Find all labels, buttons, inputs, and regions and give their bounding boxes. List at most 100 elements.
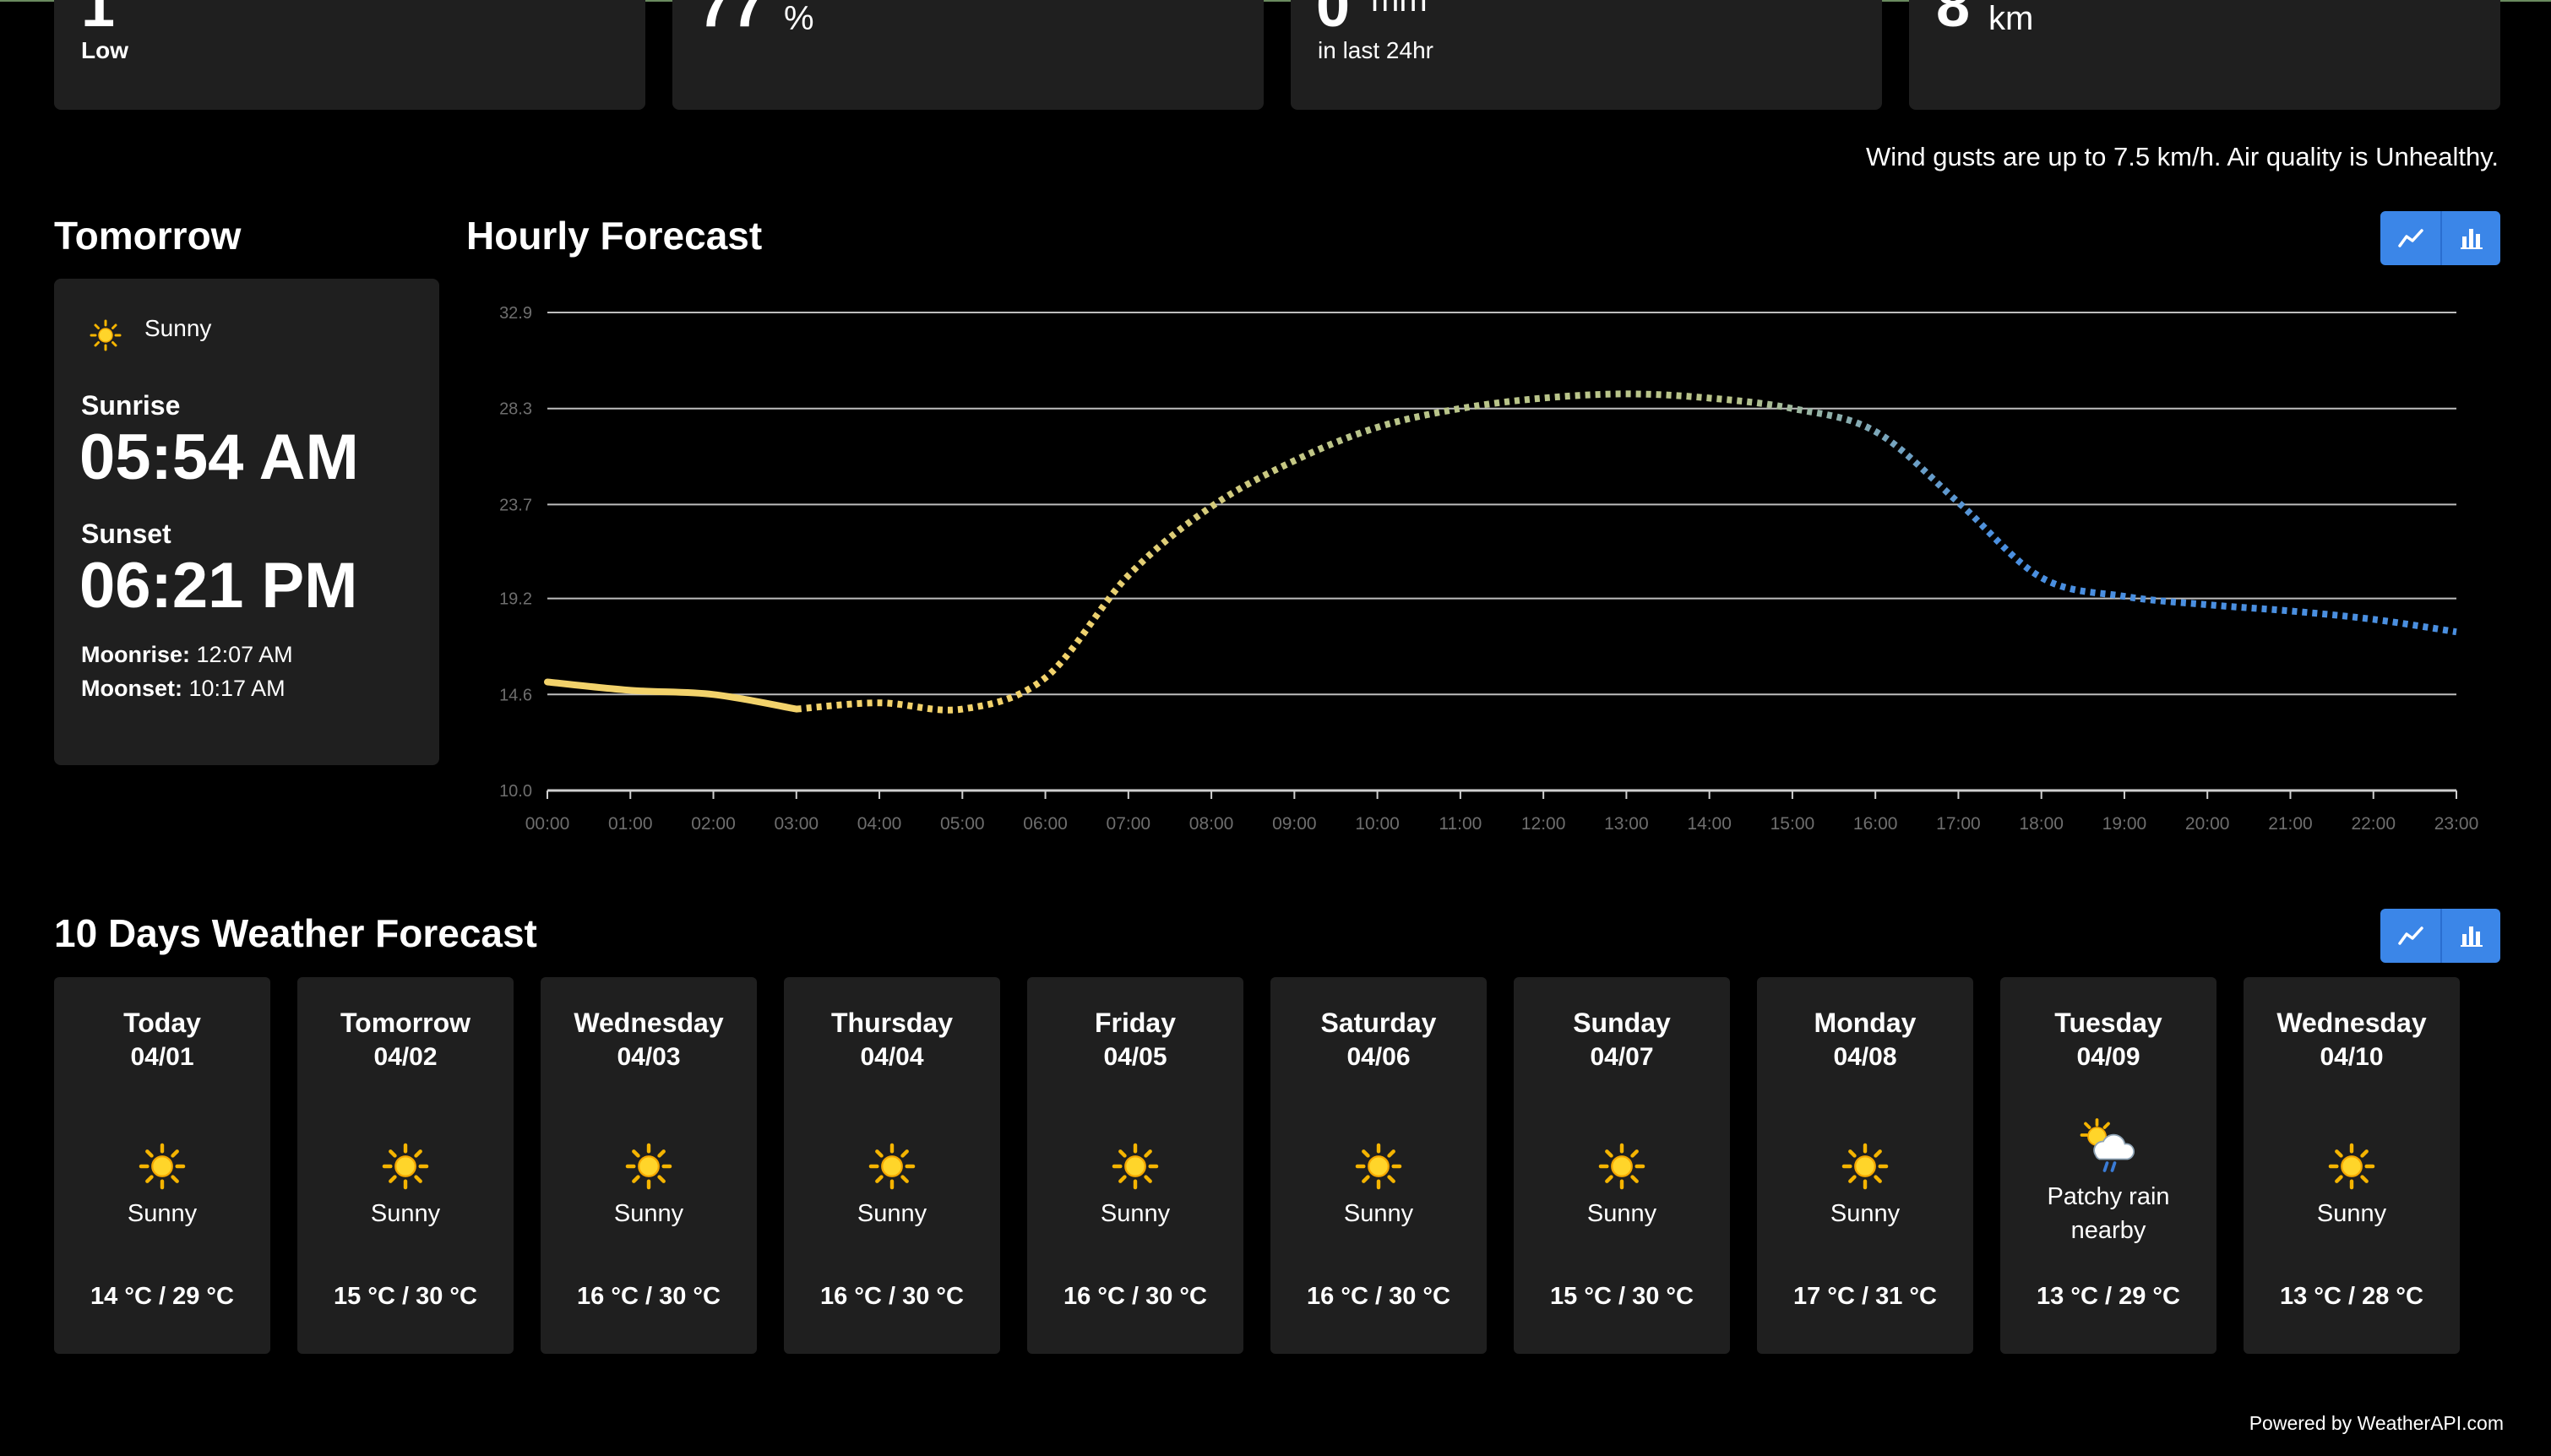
day-temperature-range: 15 °C / 30 °C: [1550, 1283, 1694, 1310]
day-condition: Sunny: [1586, 1200, 1657, 1227]
day-condition: Sunny: [370, 1200, 441, 1227]
x-tick-label: 23:00: [2434, 814, 2479, 834]
visibility-card: 8 km: [1909, 0, 2500, 110]
bar-chart-icon: [2460, 926, 2483, 947]
day-date: 04/05: [1103, 1043, 1167, 1071]
bar-chart-button[interactable]: [2440, 909, 2500, 963]
line-chart-button[interactable]: [2380, 909, 2440, 963]
sunrise-time: 05:54 AM: [79, 421, 359, 493]
sun-icon: [1112, 1143, 1159, 1194]
day-name: Wednesday: [574, 1008, 724, 1038]
uv-index-value: 1: [81, 0, 116, 40]
sun-icon: [625, 1143, 672, 1194]
day-condition: Sunny: [1830, 1200, 1901, 1227]
day-date: 04/10: [2320, 1043, 2384, 1071]
line-chart-icon: [2397, 926, 2423, 945]
day-date: 04/03: [617, 1043, 681, 1071]
tomorrow-title: Tomorrow: [54, 214, 242, 258]
precipitation-period: in last 24hr: [1318, 37, 1433, 63]
x-tick-label: 19:00: [2102, 814, 2147, 834]
day-temperature-range: 16 °C / 30 °C: [577, 1283, 721, 1310]
day-card: Wednesday 04/10 Sunny 13 °C / 28 °C: [2244, 977, 2460, 1354]
sun-icon: [90, 319, 122, 356]
sun-icon: [868, 1143, 916, 1194]
sun-icon: [1355, 1143, 1402, 1194]
ten-day-chart-toggle: [2380, 909, 2500, 963]
sunset-label: Sunset: [81, 519, 171, 549]
x-tick-label: 07:00: [1107, 814, 1151, 834]
day-card: Friday 04/05 Sunny 16 °C / 30 °C: [1027, 977, 1243, 1354]
day-name: Saturday: [1320, 1008, 1437, 1038]
x-tick-label: 08:00: [1189, 814, 1234, 834]
day-date: 04/06: [1346, 1043, 1411, 1071]
line-chart-icon: [2397, 229, 2423, 247]
moonset-label: Moonset:: [81, 676, 182, 701]
day-date: 04/01: [130, 1043, 194, 1071]
y-tick-label: 10.0: [499, 782, 532, 801]
day-condition: Sunny: [857, 1200, 927, 1227]
day-date: 04/09: [2076, 1043, 2140, 1071]
x-tick-label: 14:00: [1687, 814, 1732, 834]
bar-chart-icon: [2460, 229, 2483, 249]
day-card: Thursday 04/04 Sunny 16 °C / 30 °C: [784, 977, 1000, 1354]
humidity-value: 77: [698, 0, 766, 40]
x-tick-label: 18:00: [2019, 814, 2064, 834]
day-date: 04/04: [860, 1043, 924, 1071]
sunrise-label: Sunrise: [81, 390, 181, 421]
day-temperature-range: 16 °C / 30 °C: [1307, 1283, 1450, 1310]
x-tick-label: 20:00: [2185, 814, 2230, 834]
hourly-chart-toggle: [2380, 211, 2500, 265]
x-tick-label: 06:00: [1023, 814, 1068, 834]
x-tick-label: 12:00: [1521, 814, 1566, 834]
day-name: Wednesday: [2276, 1008, 2427, 1038]
x-tick-label: 17:00: [1936, 814, 1981, 834]
day-temperature-range: 16 °C / 30 °C: [1063, 1283, 1207, 1310]
hourly-forecast-title: Hourly Forecast: [466, 214, 763, 258]
day-temperature-range: 15 °C / 30 °C: [334, 1283, 477, 1310]
day-card: Today 04/01 Sunny 14 °C / 29 °C: [54, 977, 270, 1354]
day-date: 04/02: [373, 1043, 438, 1071]
day-condition: Sunny: [1100, 1200, 1171, 1227]
powered-by-footer: Powered by WeatherAPI.com: [2249, 1412, 2504, 1434]
day-card: Sunday 04/07 Sunny 15 °C / 30 °C: [1514, 977, 1730, 1354]
day-temperature-range: 17 °C / 31 °C: [1793, 1283, 1937, 1310]
x-tick-label: 01:00: [608, 814, 653, 834]
y-tick-label: 23.7: [499, 496, 532, 514]
x-tick-label: 16:00: [1853, 814, 1898, 834]
x-tick-label: 00:00: [525, 814, 570, 834]
day-card: Tuesday 04/09 Patchy rain nearby 13 °C / 29…: [2000, 977, 2216, 1354]
precipitation-unit: mm: [1371, 0, 1428, 19]
uv-index-card: 1 Low: [54, 0, 645, 110]
day-name: Monday: [1814, 1008, 1917, 1038]
day-temperature-range: 13 °C / 29 °C: [2037, 1283, 2180, 1310]
sun-icon: [1598, 1143, 1645, 1194]
patchy-rain-icon: [2078, 1117, 2139, 1182]
sun-icon: [1841, 1143, 1889, 1194]
y-tick-label: 14.6: [499, 686, 532, 704]
moonset-time: 10:17 AM: [188, 676, 286, 701]
sun-icon: [139, 1143, 186, 1194]
x-tick-label: 15:00: [1770, 814, 1815, 834]
x-tick-label: 09:00: [1272, 814, 1317, 834]
x-tick-label: 03:00: [775, 814, 819, 834]
x-tick-label: 22:00: [2351, 814, 2396, 834]
tomorrow-card: Sunny Sunrise 05:54 AM Sunset 06:21 PM M…: [54, 279, 439, 765]
precipitation-card: 0 mm in last 24hr: [1291, 0, 1882, 110]
x-tick-label: 04:00: [857, 814, 902, 834]
day-card: Monday 04/08 Sunny 17 °C / 31 °C: [1757, 977, 1973, 1354]
x-tick-label: 05:00: [940, 814, 985, 834]
day-condition: Sunny: [1343, 1200, 1414, 1227]
line-chart-button[interactable]: [2380, 211, 2440, 265]
day-condition: Sunny: [2316, 1200, 2387, 1227]
bar-chart-button[interactable]: [2440, 211, 2500, 265]
y-tick-label: 28.3: [499, 400, 532, 419]
moonset-row: Moonset: 10:17 AM: [81, 676, 286, 702]
moonrise-row: Moonrise: 12:07 AM: [81, 642, 293, 668]
ten-day-forecast-title: 10 Days Weather Forecast: [54, 911, 537, 955]
day-card: Tomorrow 04/02 Sunny 15 °C / 30 °C: [297, 977, 514, 1354]
x-tick-label: 02:00: [691, 814, 736, 834]
day-name: Today: [123, 1008, 201, 1038]
weather-notice: Wind gusts are up to 7.5 km/h. Air quali…: [1866, 142, 2499, 171]
day-name: Thursday: [830, 1008, 954, 1038]
day-name: Tomorrow: [340, 1008, 471, 1038]
